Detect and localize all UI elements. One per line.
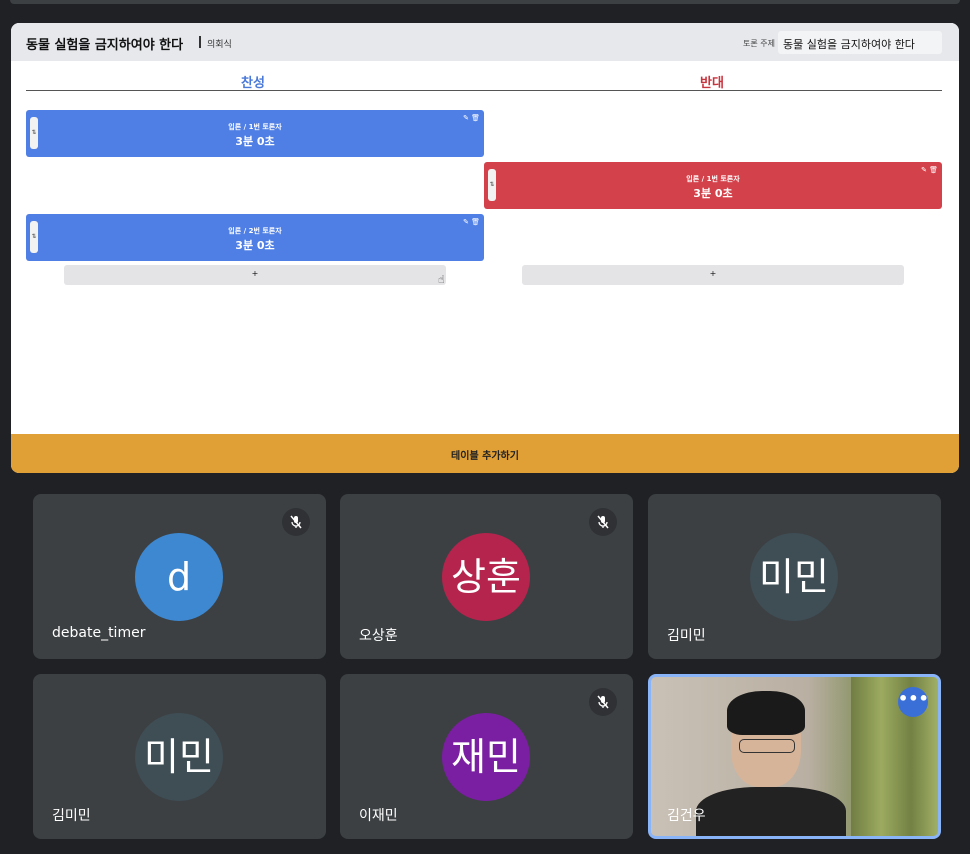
participant-tile[interactable]: 미민 김미민 [33,674,326,839]
speech-card[interactable]: ⇅ 입론 / 1번 토론자 3분 0초 ✎ 🗑 [484,162,942,209]
speech-card[interactable]: ⇅ 입론 / 1번 토론자 3분 0초 ✎ 🗑 [26,110,484,157]
topic-input[interactable]: 동물 실험을 금지하여야 한다 [778,31,942,54]
add-pro-speech-button[interactable]: + [64,265,446,285]
speech-time: 3분 0초 [235,239,275,252]
mic-off-icon [589,508,617,536]
pro-side-heading: 찬성 [241,76,265,91]
participant-tile[interactable]: 미민 김미민 [648,494,941,659]
title-divider [199,36,201,48]
edit-icon[interactable]: ✎ [463,218,469,226]
participant-name: 김미민 [52,808,91,824]
top-bar [10,0,960,4]
speech-time: 3분 0초 [235,135,275,148]
avatar: d [135,533,223,621]
trash-icon[interactable]: 🗑 [471,114,480,122]
add-con-speech-button[interactable]: + [522,265,904,285]
page-title: 동물 실험을 금지하여야 한다 [26,38,184,53]
edit-icon[interactable]: ✎ [463,114,469,122]
participant-name: 김미민 [667,628,706,644]
header-divider [26,90,942,91]
participant-video-tile[interactable]: ••• 김건우 [648,674,941,839]
trash-icon[interactable]: 🗑 [471,218,480,226]
add-table-button[interactable]: 테이블 추가하기 [11,434,959,473]
shared-screen: 동물 실험을 금지하여야 한다 의회식 토론 주제 동물 실험을 금지하여야 한… [11,23,959,473]
participant-tile[interactable]: 재민 이재민 [340,674,633,839]
share-header: 동물 실험을 금지하여야 한다 의회식 토론 주제 동물 실험을 금지하여야 한… [11,23,959,61]
participant-tile[interactable]: d debate_timer [33,494,326,659]
speech-role: 입론 / 1번 토론자 [686,175,740,183]
edit-icon[interactable]: ✎ [921,166,927,174]
avatar: 재민 [442,713,530,801]
avatar: 미민 [750,533,838,621]
speech-role: 입론 / 1번 토론자 [228,123,282,131]
participant-name: 김건우 [667,808,706,824]
more-options-icon[interactable]: ••• [898,687,929,717]
participant-name: 이재민 [359,808,398,824]
participant-tile[interactable]: 상훈 오상훈 [340,494,633,659]
con-side-heading: 반대 [700,76,724,91]
mic-off-icon [282,508,310,536]
debate-format: 의회식 [207,40,232,50]
avatar: 미민 [135,713,223,801]
topic-label: 토론 주제 [743,39,775,48]
pointer-cursor-icon: ☝ [438,273,445,286]
participant-name: 오상훈 [359,628,398,644]
speech-card[interactable]: ⇅ 입론 / 2번 토론자 3분 0초 ✎ 🗑 [26,214,484,261]
avatar: 상훈 [442,533,530,621]
speech-time: 3분 0초 [693,187,733,200]
mic-off-icon [589,688,617,716]
participant-name: debate_timer [52,625,146,641]
speech-role: 입론 / 2번 토론자 [228,227,282,235]
trash-icon[interactable]: 🗑 [929,166,938,174]
